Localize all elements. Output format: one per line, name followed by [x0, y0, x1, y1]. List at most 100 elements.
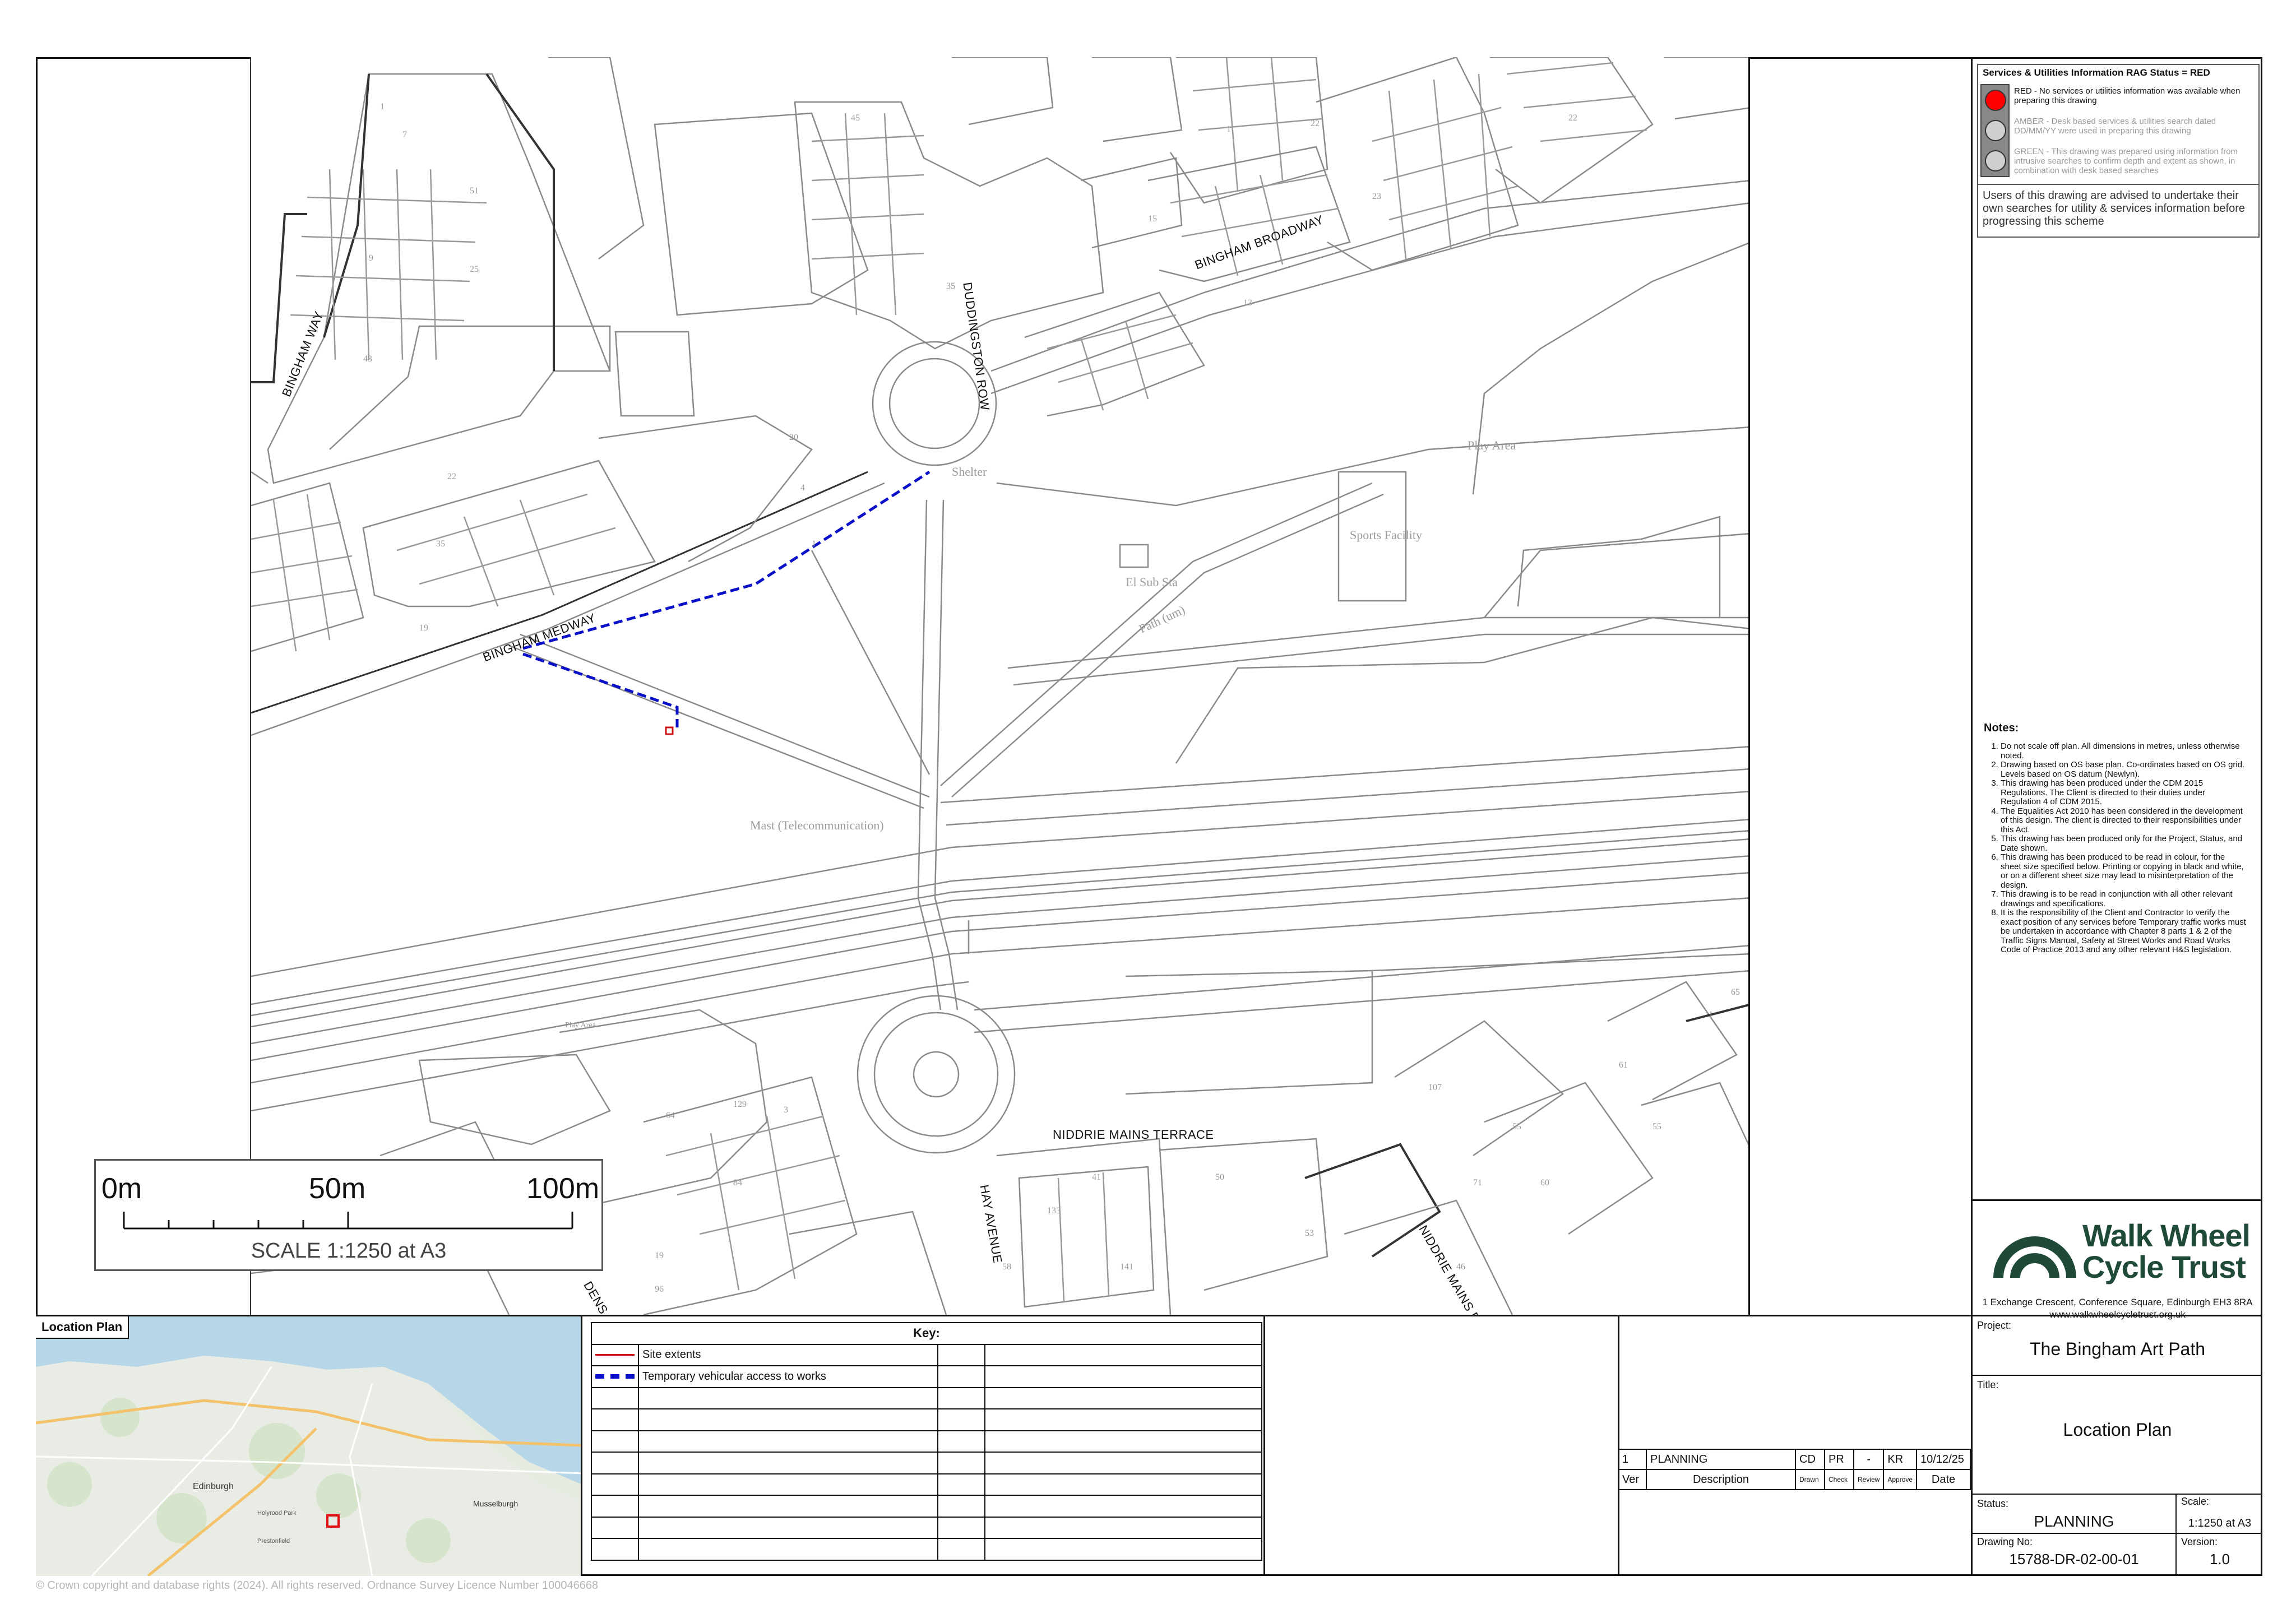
house-number: 4 [800, 483, 805, 493]
scale-tick-50: 50m [309, 1172, 366, 1205]
traffic-light [1980, 84, 2010, 177]
version-value: 1.0 [2209, 1551, 2230, 1568]
scale-bar-ruler [123, 1212, 573, 1230]
key-label: Temporary vehicular access to works [638, 1365, 938, 1388]
revision-header-ver: Ver [1618, 1469, 1647, 1490]
site-extents-symbol [595, 1354, 635, 1356]
revision-approve: KR [1883, 1449, 1918, 1470]
note-item: It is the responsibility of the Client a… [2001, 908, 2247, 955]
revision-date: 10/12/25 [1916, 1449, 1971, 1470]
house-number: 141 [1120, 1262, 1133, 1272]
house-number: 13 [1243, 298, 1252, 308]
scale-bar: 0m 50m 100m SCALE 1:1250 at A3 [94, 1159, 603, 1271]
title-block: Project: The Bingham Art Path Title: Loc… [1971, 1316, 2262, 1576]
revision-header-review: Review [1853, 1469, 1885, 1490]
rag-amber-text: AMBER - Desk based services & utilities … [2014, 117, 2216, 136]
brand-name-line2: Cycle Trust [2082, 1249, 2246, 1285]
house-number: 19 [419, 623, 428, 633]
house-number: 1 [380, 102, 385, 112]
rag-red-text: RED - No services or utilities informati… [2014, 86, 2241, 105]
rag-green-text: GREEN - This drawing was prepared using … [2014, 147, 2238, 175]
version-label: Version: [2181, 1536, 2218, 1547]
temporary-access-route-south [522, 652, 679, 727]
label-play-area-south: Play Area [565, 1021, 596, 1030]
scale-value: 1:1250 at A3 [2188, 1517, 2252, 1529]
scale-label: Scale: [2181, 1496, 2210, 1507]
street-label-niddrie-mains-terrace: NIDDRIE MAINS TERRACE [1053, 1128, 1214, 1142]
key-title: Key: [591, 1322, 1262, 1345]
drawing-title: Location Plan [2063, 1420, 2172, 1440]
house-number: 64 [666, 1111, 675, 1120]
house-number: 25 [470, 265, 479, 274]
note-item: This drawing is to be read in conjunctio… [2001, 889, 2247, 908]
label-shelter: Shelter [952, 465, 987, 479]
revision-table: 1 PLANNING CD PR - KR 10/12/25 Ver Descr… [1618, 1449, 1971, 1490]
location-plan[interactable]: Location Plan Edinburgh Musselburgh Holy… [36, 1316, 582, 1576]
revision-header-check: Check [1824, 1469, 1854, 1490]
key-row: Site extents [591, 1343, 1262, 1366]
revision-row: 1 PLANNING CD PR - KR 10/12/25 [1618, 1449, 1971, 1470]
note-item: This drawing has been produced under the… [2001, 778, 2247, 807]
red-light-icon [1985, 90, 2006, 111]
location-label-holyrood: Holyrood Park [257, 1510, 297, 1517]
revision-drawn: CD [1795, 1449, 1825, 1470]
location-label-prestonfield: Prestonfield [257, 1538, 290, 1545]
scale-caption: SCALE 1:1250 at A3 [251, 1239, 447, 1263]
green-light-icon [1985, 150, 2006, 171]
key-label: Site extents [638, 1343, 938, 1366]
house-number: 1 [1709, 1010, 1713, 1019]
house-number: 35 [946, 281, 955, 291]
drawing-number: 15788-DR-02-00-01 [2009, 1551, 2139, 1568]
house-number: 15 [1148, 214, 1157, 224]
house-number: 22 [1568, 113, 1577, 123]
key-panel: Key: Site extents Temporary vehicular ac… [585, 1319, 1263, 1574]
house-number: 51 [470, 186, 479, 196]
note-item: Do not scale off plan. All dimensions in… [2001, 741, 2247, 761]
house-number: 107 [1428, 1083, 1442, 1092]
copyright-notice: © Crown copyright and database rights (2… [36, 1579, 599, 1592]
drawing-number-label: Drawing No: [1977, 1536, 2033, 1547]
status-label: Status: [1977, 1498, 2009, 1509]
house-number: 65 [1731, 987, 1740, 997]
house-number: 23 [1372, 192, 1381, 201]
scale-tick-0: 0m [101, 1172, 142, 1205]
house-number: 1 [885, 152, 889, 162]
notes-title: Notes: [1984, 722, 2019, 734]
house-number: 9 [369, 253, 373, 263]
house-number: 22 [447, 472, 456, 481]
revision-header-approve: Approve [1883, 1469, 1918, 1490]
house-number: 71 [1473, 1178, 1482, 1188]
notes-list: Do not scale off plan. All dimensions in… [1973, 741, 2247, 955]
rag-title: Services & Utilities Information RAG Sta… [1983, 67, 2210, 78]
project-label: Project: [1977, 1320, 2012, 1331]
temporary-access-symbol [595, 1374, 635, 1379]
site-map[interactable]: DUDDINGSTON ROW BINGHAM WAY BINGHAM BROA… [250, 57, 1750, 1315]
revision-ver: 1 [1618, 1449, 1647, 1470]
title-block-row: Location Plan Edinburgh Musselburgh Holy… [36, 1315, 2262, 1576]
brand-logo: Walk Wheel Cycle Trust [1993, 1217, 2256, 1290]
revision-check: PR [1824, 1449, 1854, 1470]
title-label: Title: [1977, 1379, 1999, 1390]
brand-address: 1 Exchange Crescent, Conference Square, … [1982, 1297, 2253, 1307]
location-label-edinburgh: Edinburgh [193, 1482, 234, 1491]
house-number: 55 [1512, 1122, 1521, 1132]
brand-arcs-icon [1993, 1236, 2076, 1278]
label-el-sub-sta: El Sub Sta [1126, 575, 1178, 589]
rag-advice: Users of this drawing are advised to und… [1983, 189, 2245, 228]
house-number: 84 [733, 1178, 742, 1188]
note-item: Drawing based on OS base plan. Co-ordina… [2001, 760, 2247, 779]
house-number: 129 [733, 1100, 747, 1109]
amber-light-icon [1985, 120, 2006, 141]
location-plan-title: Location Plan [36, 1316, 129, 1339]
key-row: Temporary vehicular access to works [591, 1365, 1262, 1388]
location-plan-map [36, 1316, 581, 1576]
house-number: 7 [402, 130, 407, 140]
label-sports-facility: Sports Facility [1350, 528, 1422, 542]
project-name: The Bingham Art Path [2029, 1339, 2206, 1359]
house-number: 22 [1311, 119, 1320, 128]
house-number: 58 [1002, 1262, 1011, 1272]
house-number: 55 [1652, 1122, 1661, 1132]
brand-name-line1: Walk Wheel [2082, 1218, 2251, 1253]
house-number: 61 [1619, 1060, 1628, 1070]
house-number: 1 [1226, 124, 1231, 134]
